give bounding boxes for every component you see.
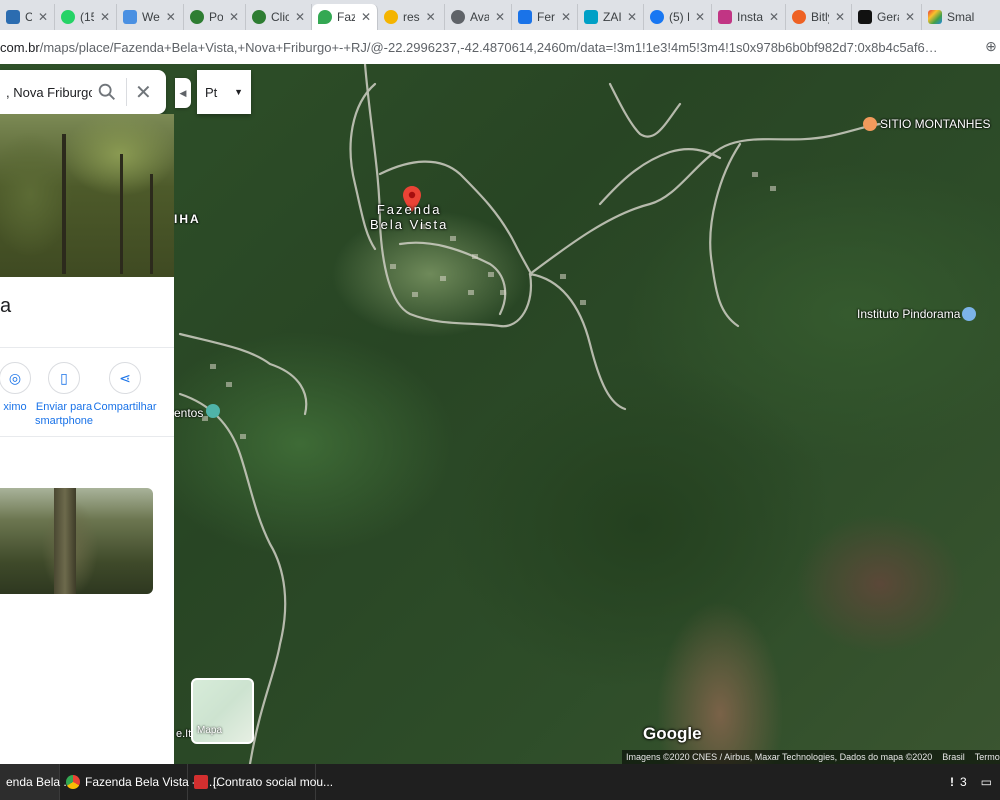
tab-favicon-icon <box>252 10 266 24</box>
close-tab-icon[interactable]: ✕ <box>905 10 915 24</box>
poi-pin-icon[interactable] <box>206 404 220 418</box>
search-input[interactable]: , Nova Friburgo <box>0 85 92 100</box>
browser-tab-active[interactable]: Faz✕ <box>312 4 378 30</box>
browser-tab[interactable]: Bitly |✕ <box>786 4 852 30</box>
browser-tab[interactable]: Instag✕ <box>712 4 786 30</box>
url-text[interactable]: com.br/maps/place/Fazenda+Bela+Vista,+No… <box>0 40 975 55</box>
close-tab-icon[interactable]: ✕ <box>695 10 705 24</box>
close-tab-icon[interactable]: ✕ <box>38 10 48 24</box>
google-logo: Google <box>643 724 702 743</box>
language-select[interactable]: Pt ▼ <box>197 70 251 114</box>
extension-icon[interactable]: ⊕ <box>982 38 1000 56</box>
map-area-label[interactable]: entos <box>174 406 203 420</box>
browser-tab[interactable]: ZAI ✕ <box>578 4 644 30</box>
share-icon: ⋖ <box>109 362 141 394</box>
close-tab-icon[interactable]: ✕ <box>361 10 371 24</box>
close-icon[interactable]: ✕ <box>135 80 152 105</box>
tab-favicon-icon <box>384 10 398 24</box>
search-divider <box>126 78 127 106</box>
country-link[interactable]: Brasil <box>942 752 965 762</box>
address-bar[interactable]: com.br/maps/place/Fazenda+Bela+Vista,+No… <box>0 30 1000 65</box>
chevron-down-icon: ▼ <box>234 87 243 97</box>
share-button[interactable]: ⋖ Compartilhar <box>92 362 158 414</box>
chrome-icon <box>66 775 80 789</box>
notification-icon[interactable]: ! <box>950 775 954 789</box>
tab-favicon-icon <box>6 10 20 24</box>
tab-favicon-icon <box>858 10 872 24</box>
browser-tab[interactable]: (15✕ <box>55 4 117 30</box>
maps-pin-favicon-icon <box>318 10 332 24</box>
place-hero-photo[interactable] <box>0 114 174 277</box>
browser-tab[interactable]: Cor✕ <box>0 4 55 30</box>
close-tab-icon[interactable]: ✕ <box>495 10 505 24</box>
tab-favicon-icon <box>451 10 465 24</box>
place-map-label[interactable]: Fazenda Bela Vista <box>370 202 448 232</box>
search-box[interactable]: , Nova Friburgo ✕ <box>0 70 166 114</box>
tab-favicon-icon <box>584 10 598 24</box>
chevron-left-icon: ◀ <box>179 87 187 98</box>
map-attribution-bar: Imagens ©2020 CNES / Airbus, Maxar Techn… <box>622 750 1000 764</box>
nearby-icon: ◎ <box>0 362 31 394</box>
poi-pin-icon[interactable] <box>863 117 877 131</box>
browser-tab[interactable]: Clic✕ <box>246 4 312 30</box>
tab-favicon-icon <box>518 10 532 24</box>
browser-tab[interactable]: (5) Fac✕ <box>644 4 712 30</box>
browser-tab[interactable]: res ✕ <box>378 4 445 30</box>
close-tab-icon[interactable]: ✕ <box>835 10 845 24</box>
browser-tab[interactable]: We ✕ <box>117 4 184 30</box>
browser-tab[interactable]: Por✕ <box>184 4 246 30</box>
close-tab-icon[interactable]: ✕ <box>100 10 110 24</box>
close-tab-icon[interactable]: ✕ <box>561 10 571 24</box>
tab-favicon-icon <box>190 10 204 24</box>
instagram-favicon-icon <box>718 10 732 24</box>
pdf-icon <box>194 775 208 789</box>
close-tab-icon[interactable]: ✕ <box>229 10 239 24</box>
map-layer-toggle[interactable]: Mapa <box>191 678 254 744</box>
close-tab-icon[interactable]: ✕ <box>166 10 176 24</box>
notification-count: 3 <box>959 775 967 789</box>
place-title: a <box>0 295 12 317</box>
browser-tab[interactable]: Small <box>922 4 980 30</box>
taskbar-item-pdf[interactable]: [Contrato social mou... <box>188 764 333 800</box>
close-tab-icon[interactable]: ✕ <box>627 10 637 24</box>
poi-label-sitio-montanhes[interactable]: SITIO MONTANHES <box>880 117 990 131</box>
browser-tab[interactable]: Gerado✕ <box>852 4 922 30</box>
tab-favicon-icon <box>928 10 942 24</box>
place-side-panel: a ◎ ximo ▯ Enviar para smartphone ⋖ Comp… <box>0 114 174 764</box>
taskbar-item[interactable]: enda Bela ... <box>0 764 73 800</box>
divider <box>0 347 174 348</box>
place-photo-thumbnail[interactable] <box>0 488 153 594</box>
tab-favicon-icon <box>792 10 806 24</box>
system-tray: ! 3 ▭ <box>950 764 992 800</box>
close-tab-icon[interactable]: ✕ <box>295 10 305 24</box>
collapse-panel-button[interactable]: ◀ <box>175 78 191 108</box>
divider <box>0 436 174 437</box>
close-tab-icon[interactable]: ✕ <box>769 10 779 24</box>
taskbar-item-chrome[interactable]: Fazenda Bela Vista - G... <box>60 764 219 800</box>
poi-label-instituto-pindorama[interactable]: Instituto Pindorama <box>857 307 960 321</box>
terms-link[interactable]: Termos <box>975 752 1000 762</box>
tab-favicon-icon <box>61 10 75 24</box>
search-icon[interactable] <box>96 81 118 103</box>
battery-icon[interactable]: ▭ <box>981 775 992 789</box>
tab-favicon-icon <box>123 10 137 24</box>
facebook-favicon-icon <box>650 10 664 24</box>
browser-tab-strip: Cor✕ (15✕ We✕ Por✕ Clic✕ Faz✕ res✕ Ava✕ … <box>0 0 1000 30</box>
close-tab-icon[interactable]: ✕ <box>426 10 436 24</box>
poi-pin-icon[interactable] <box>962 307 976 321</box>
os-taskbar: enda Bela ... Fazenda Bela Vista - G... … <box>0 764 1000 800</box>
browser-tab[interactable]: Ava ✕ <box>445 4 512 30</box>
map-area-label: IHA <box>174 212 201 226</box>
browser-tab[interactable]: Fer ✕ <box>512 4 578 30</box>
send-to-phone-icon: ▯ <box>48 362 80 394</box>
send-to-phone-button[interactable]: ▯ Enviar para smartphone <box>31 362 97 428</box>
